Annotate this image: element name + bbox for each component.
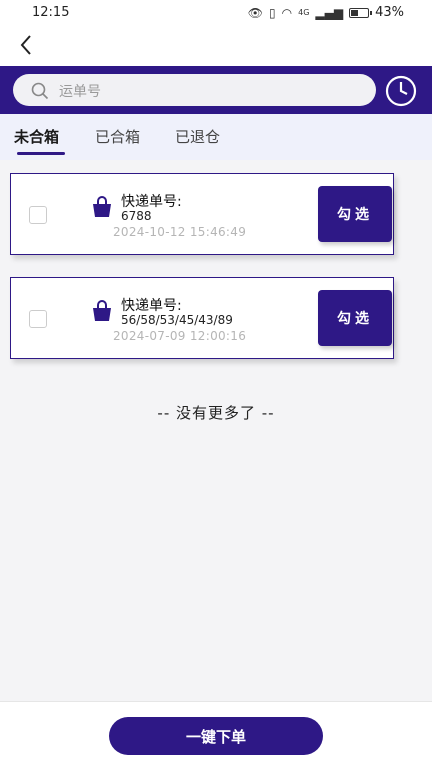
order-date: 2024-10-12 15:46:49	[113, 225, 247, 239]
battery-percent: 43%	[375, 5, 404, 20]
tab-returned[interactable]: 已退仓	[175, 126, 220, 147]
order-card: 快递单号: 6788 2024-10-12 15:46:49 勾选	[10, 173, 394, 255]
status-bar: 12:15 👁 ▯ ◠ 4G ▂▄▆ 43%	[0, 0, 432, 26]
nav-bar	[0, 26, 432, 66]
shopping-bag-icon	[93, 196, 111, 217]
status-time: 12:15	[32, 5, 70, 20]
tab-active-indicator	[17, 152, 65, 155]
tab-boxed[interactable]: 已合箱	[95, 126, 140, 147]
order-date: 2024-07-09 12:00:16	[113, 329, 247, 343]
tracking-number: 56/58/53/45/43/89	[121, 313, 233, 327]
eye-icon: 👁	[247, 5, 264, 20]
tracking-label: 快递单号:	[121, 194, 182, 210]
shopping-bag-icon	[93, 300, 111, 321]
order-checkbox[interactable]	[29, 310, 47, 328]
status-icons: 👁 ▯ ◠ 4G ▂▄▆ 43%	[248, 5, 404, 20]
battery-icon	[349, 7, 373, 18]
tracking-label: 快递单号:	[121, 298, 182, 314]
bottom-bar: 一键下单	[0, 701, 432, 768]
search-input[interactable]: 运单号	[13, 74, 376, 106]
history-clock-icon[interactable]	[384, 74, 418, 108]
select-button[interactable]: 勾选	[318, 186, 392, 242]
signal-bars-icon: ▂▄▆	[315, 5, 344, 20]
tab-bar: 未合箱 已合箱 已退仓	[0, 114, 432, 160]
order-card: 快递单号: 56/58/53/45/43/89 2024-07-09 12:00…	[10, 277, 394, 359]
wifi-icon: ◠	[281, 5, 293, 20]
search-icon	[31, 82, 49, 100]
no-more-text: -- 没有更多了 --	[157, 404, 275, 422]
place-order-button[interactable]: 一键下单	[109, 717, 323, 755]
order-checkbox[interactable]	[29, 206, 47, 224]
tracking-number: 6788	[121, 209, 152, 223]
vibrate-icon: ▯	[269, 5, 276, 20]
select-button[interactable]: 勾选	[318, 290, 392, 346]
signal-icon: 4G	[298, 8, 310, 17]
search-placeholder: 运单号	[59, 84, 101, 100]
back-icon[interactable]	[14, 32, 40, 58]
search-bar: 运单号	[0, 66, 432, 114]
tab-unboxed[interactable]: 未合箱	[14, 126, 59, 147]
